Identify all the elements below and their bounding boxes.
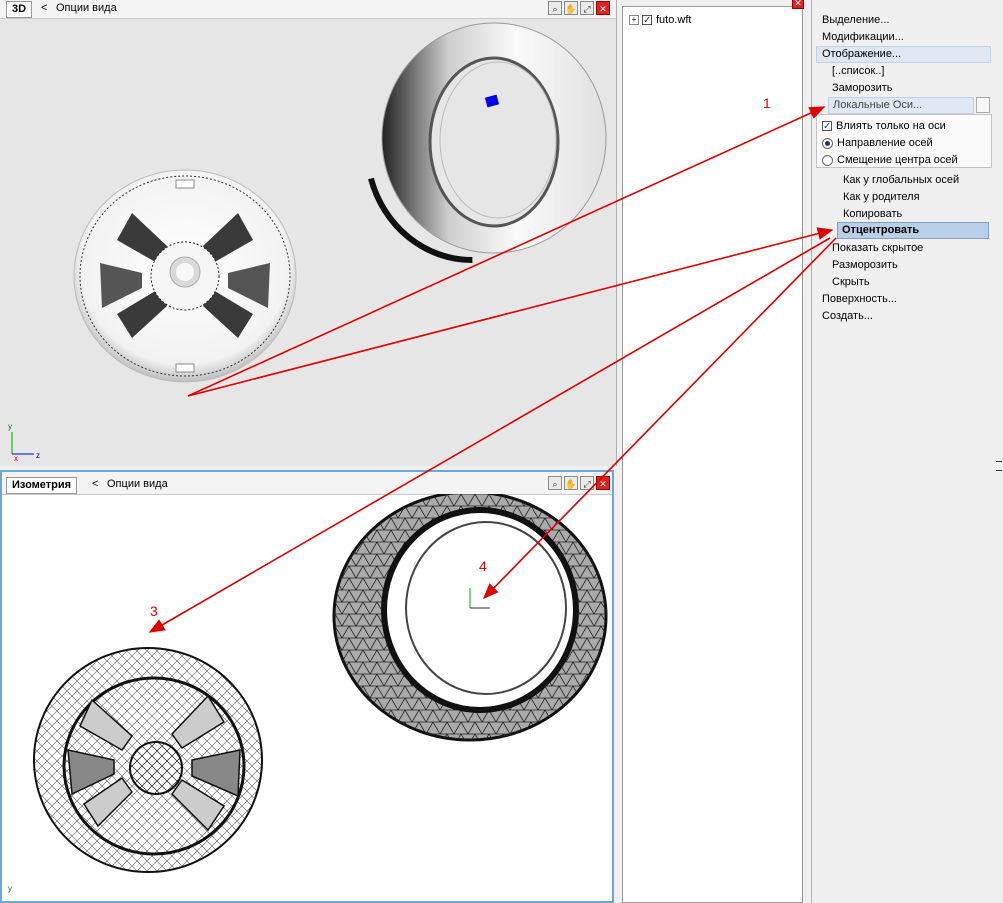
radio-icon[interactable] [822, 154, 833, 166]
close-icon[interactable]: ✕ [792, 0, 804, 9]
wheel-wireframe [33, 647, 263, 873]
view-options-label[interactable]: Опции вида [56, 2, 117, 15]
checkbox-icon[interactable]: ✓ [822, 121, 832, 132]
scene-tree-panel: + ✓ futo.wft ✕ [620, 0, 806, 903]
menu-display[interactable]: Отображение... [816, 46, 991, 63]
visibility-checkbox[interactable]: ✓ [642, 15, 652, 26]
view-options-label[interactable]: Опции вида [107, 478, 168, 491]
menu-copy[interactable]: Копировать [843, 207, 902, 222]
menu-unfreeze[interactable]: Разморозить [832, 258, 898, 273]
menu-selection[interactable]: Выделение... [822, 13, 889, 28]
menu-show-hidden[interactable]: Показать скрытое [832, 241, 923, 256]
hand-icon[interactable]: ✋ [564, 476, 578, 490]
bottom-viewport-header: Изометрия < Опции вида ⌕ ✋ ⤢ ✕ [2, 472, 612, 495]
scene-tree: + ✓ futo.wft [622, 6, 803, 903]
fit-icon[interactable]: ⤢ [580, 476, 594, 490]
tree-item-label: futo.wft [656, 14, 692, 26]
view-options-back[interactable]: < [92, 478, 98, 491]
menu-freeze[interactable]: Заморозить [832, 81, 893, 96]
axis-x-label: x [14, 454, 18, 463]
tire-wireframe [332, 494, 608, 742]
local-axis-gizmo [469, 588, 490, 609]
local-axes-scroll[interactable] [976, 97, 990, 113]
axes-direction-radio[interactable]: Направление осей [822, 136, 933, 151]
annotation-1: 1 [763, 95, 771, 111]
panel-splitter-icon[interactable] [996, 461, 1002, 471]
menu-modification[interactable]: Модификации... [822, 30, 904, 45]
hand-icon[interactable]: ✋ [564, 1, 578, 15]
view-options-back[interactable]: < [41, 2, 47, 15]
menu-hide[interactable]: Скрыть [832, 275, 870, 290]
axis-z-label: z [36, 451, 40, 460]
axis-y-label: y [8, 884, 12, 893]
menu-center[interactable]: Отцентровать [837, 222, 989, 239]
axes-center-offset-radio[interactable]: Смещение центра осей [822, 153, 958, 168]
close-icon[interactable]: ✕ [596, 476, 610, 490]
radio-icon[interactable] [822, 137, 833, 149]
expand-icon[interactable]: + [629, 15, 639, 26]
view-tools: ⌕ ✋ ⤢ ✕ [548, 476, 610, 491]
annotation-3: 3 [150, 603, 158, 619]
tree-item[interactable]: + ✓ futo.wft [629, 13, 691, 27]
top-viewport[interactable]: 3D < Опции вида ⌕ ✋ ⤢ ✕ y z x [0, 0, 617, 466]
close-icon[interactable]: ✕ [596, 1, 610, 15]
top-viewport-header: 3D < Опции вида ⌕ ✋ ⤢ ✕ [0, 0, 616, 19]
axis-y-label: y [8, 422, 12, 431]
fit-icon[interactable]: ⤢ [580, 1, 594, 15]
menu-list[interactable]: [..список..] [832, 64, 885, 79]
annotation-4: 4 [479, 558, 487, 574]
view-type-tab[interactable]: 3D [6, 1, 33, 18]
menu-surface[interactable]: Поверхность... [822, 292, 897, 307]
magnifier-icon[interactable]: ⌕ [548, 1, 562, 15]
menu-like-parent[interactable]: Как у родителя [843, 190, 920, 205]
options-menu-panel: Выделение... Модификации... Отображение.… [811, 0, 1003, 903]
magnifier-icon[interactable]: ⌕ [548, 476, 562, 490]
view-type-tab[interactable]: Изометрия [6, 477, 78, 494]
wheel-rim-front [73, 169, 297, 383]
menu-create[interactable]: Создать... [822, 309, 873, 324]
bottom-viewport[interactable]: Изометрия < Опции вида ⌕ ✋ ⤢ ✕ y [0, 470, 614, 903]
menu-like-global[interactable]: Как у глобальных осей [843, 173, 959, 188]
view-tools: ⌕ ✋ ⤢ ✕ [548, 1, 610, 16]
affect-axes-only-checkbox[interactable]: ✓ Влиять только на оси [822, 119, 946, 134]
tire-side [364, 22, 607, 263]
menu-local-axes[interactable]: Локальные Оси... [828, 97, 974, 114]
